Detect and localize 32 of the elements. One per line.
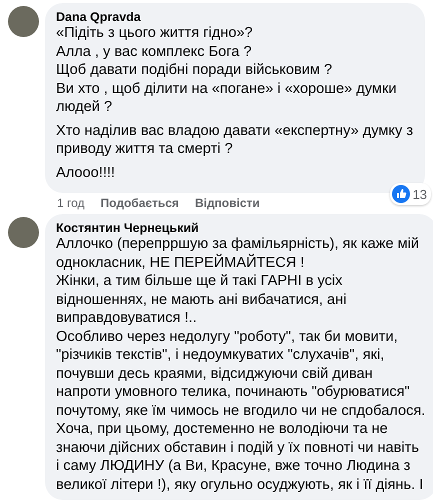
comment-text: Ви хто , щоб ділити на «погане» і «хороше» думки <box>56 80 398 98</box>
comment-text: однокласник, НЕ ПЕРЕЙМАЙТЕСЯ ! <box>56 254 306 272</box>
comment-text: Аллочко (перепрршую за фамільярність), як каже мій <box>56 235 420 254</box>
comment-text: почувши десь краями, відсиджуючи свій диван <box>56 364 374 383</box>
action-link[interactable]: Подобається <box>100 196 179 210</box>
comment-text: великої літери !), яку огульно осуджують, як і її діянь. І <box>56 476 424 494</box>
comment-text: знаючи дійсних обставин і подій у їх повноті чи навіть <box>56 438 420 457</box>
comment-text: Жінки, а тим більше ще й такі ГАРНІ в усіх <box>56 272 344 290</box>
comment-text: Особливо через недолугу "роботу", так би мовити, <box>56 328 399 346</box>
comment-text: "різчиків текстів", і недоумкуватих "слухачів", які, <box>56 346 386 364</box>
comment-text: «Підіть з цього життя гідно»? <box>56 24 254 42</box>
author-name[interactable]: Костянтин Чернецький <box>56 221 426 235</box>
comment-text: Хто наділив вас владою давати «експертну» думку з <box>56 122 414 140</box>
comment-text: напроти умовного телика, починають "обурюватися" <box>56 383 411 402</box>
comment-text: почутому, яке їм чимось не вгодило чи не спдобалося. <box>56 402 426 420</box>
reaction-badge[interactable]: 13 <box>390 183 432 205</box>
comment-text: відношеннях, не мають ані вибачатися, ані <box>56 290 348 309</box>
comment-text: приводу життя та смерті ? <box>56 140 234 158</box>
comment-text: людей ? <box>56 98 114 116</box>
comment-text: Алла , у вас комплекс Бога ? <box>56 42 253 61</box>
comment-text: і саму ЛЮДИНУ (а Ви, Красуне, вже точно Людина з <box>56 457 412 476</box>
comment-text: Щоб давати подібні поради військовим ? <box>56 61 334 80</box>
comment-text: Хоча, при цьому, достеменно не володіючи та не <box>56 420 389 438</box>
comment-text: виправдовуватися !.. <box>56 309 198 328</box>
avatar[interactable] <box>8 6 39 37</box>
avatar[interactable] <box>8 217 39 248</box>
author-name[interactable]: Dana Qpravda <box>56 10 414 24</box>
reaction-count: 13 <box>412 186 428 202</box>
comment-text: Алооо!!!! <box>56 164 116 182</box>
action-link[interactable]: Відповісти <box>194 196 260 210</box>
comment-time[interactable]: 1 год <box>57 196 85 210</box>
like-icon <box>392 185 410 203</box>
